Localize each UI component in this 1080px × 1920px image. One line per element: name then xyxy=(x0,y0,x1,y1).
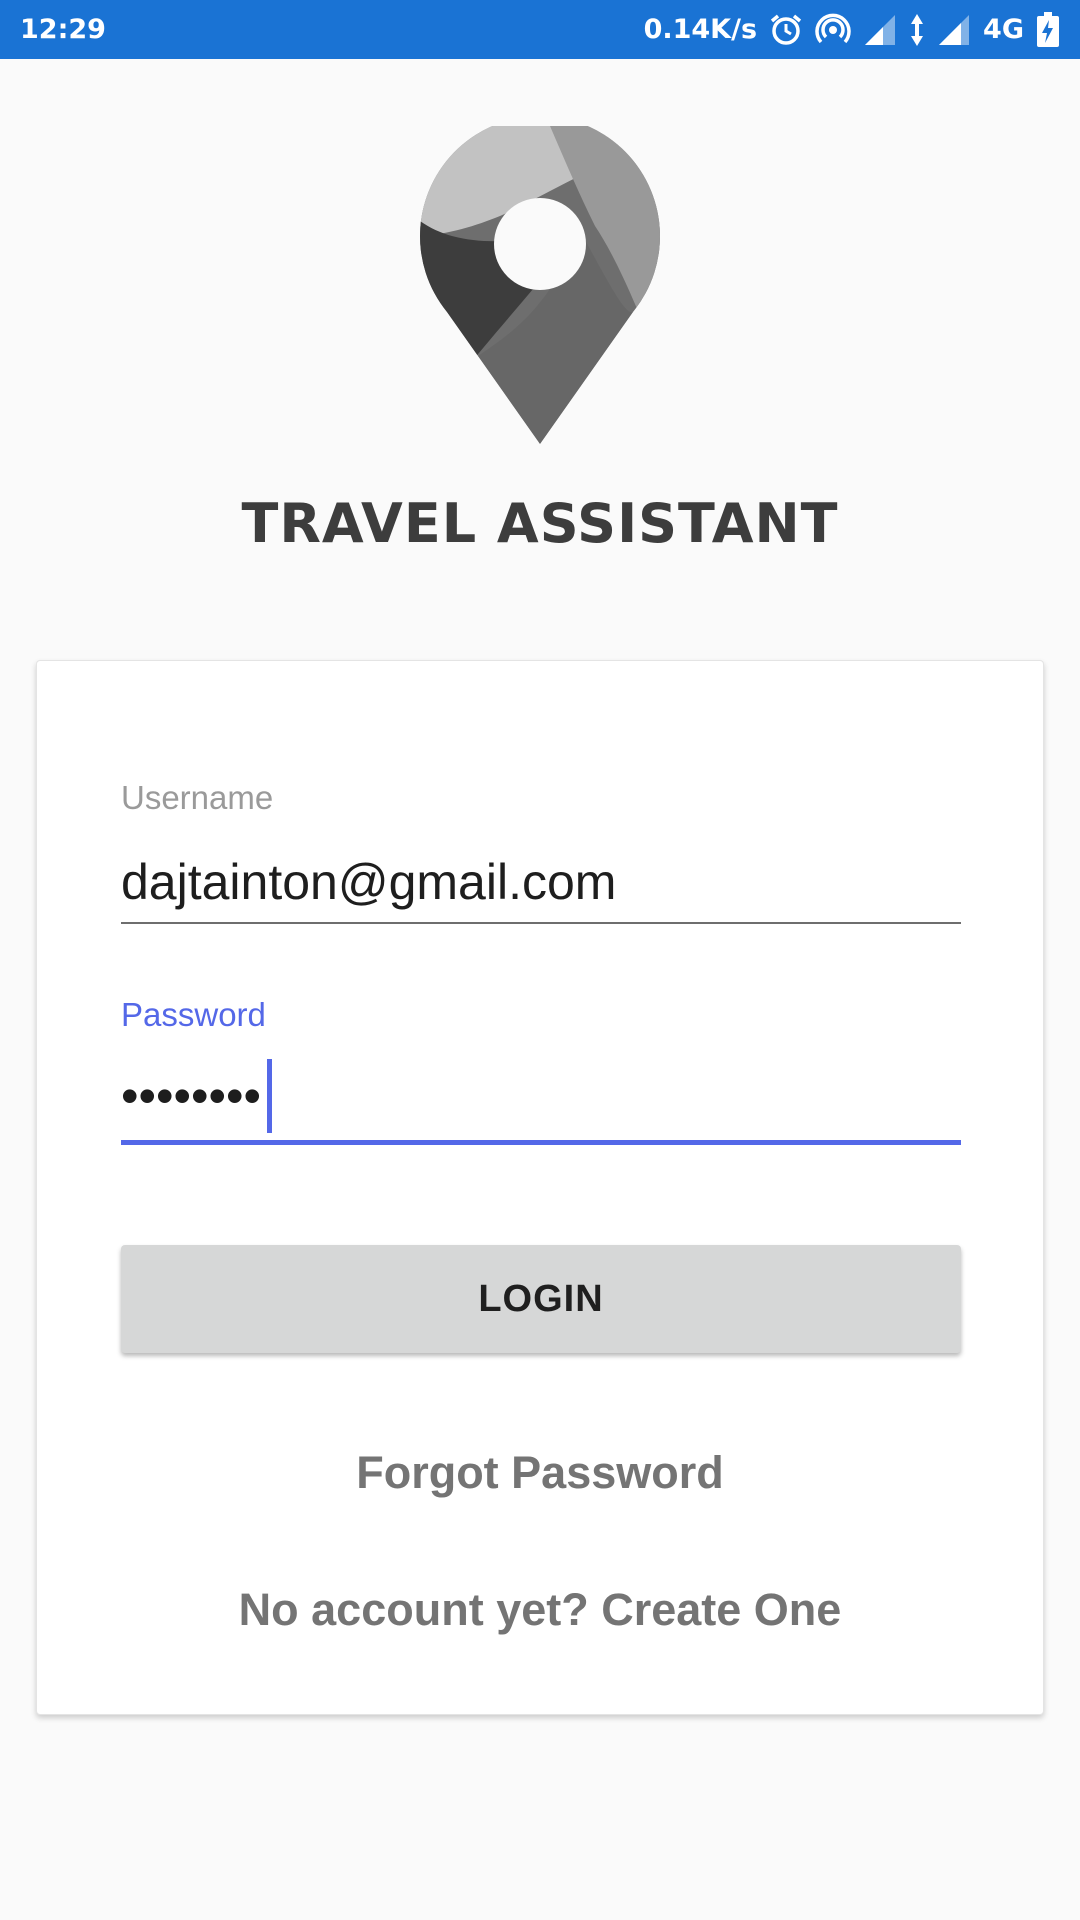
data-arrows-icon xyxy=(909,12,925,48)
username-label: Username xyxy=(121,779,274,816)
alarm-icon xyxy=(769,13,803,47)
status-icons: 0.14K/s 4G xyxy=(643,11,1060,48)
password-value: •••••••• xyxy=(121,1068,262,1124)
password-label: Password xyxy=(121,996,266,1033)
login-card: Username dajtainton@gmail.com Password •… xyxy=(36,660,1044,1715)
password-input[interactable]: •••••••• xyxy=(121,1059,961,1133)
network-speed: 0.14K/s xyxy=(643,14,758,45)
username-input[interactable]: dajtainton@gmail.com xyxy=(121,853,961,911)
map-pin-logo-icon xyxy=(419,126,661,444)
status-time: 12:29 xyxy=(20,14,106,45)
signal-icon xyxy=(937,13,971,47)
network-type: 4G xyxy=(983,14,1024,45)
password-underline xyxy=(121,1140,961,1145)
login-button[interactable]: LOGIN xyxy=(121,1245,961,1353)
battery-charging-icon xyxy=(1036,11,1060,48)
status-bar: 12:29 0.14K/s 4G xyxy=(0,0,1080,59)
text-cursor xyxy=(267,1059,273,1133)
forgot-password-link[interactable]: Forgot Password xyxy=(37,1447,1043,1499)
hotspot-icon xyxy=(815,12,851,48)
app-title: TRAVEL ASSISTANT xyxy=(241,492,839,555)
create-account-link[interactable]: No account yet? Create One xyxy=(37,1584,1043,1636)
signal-icon xyxy=(863,13,897,47)
username-underline xyxy=(121,922,961,924)
